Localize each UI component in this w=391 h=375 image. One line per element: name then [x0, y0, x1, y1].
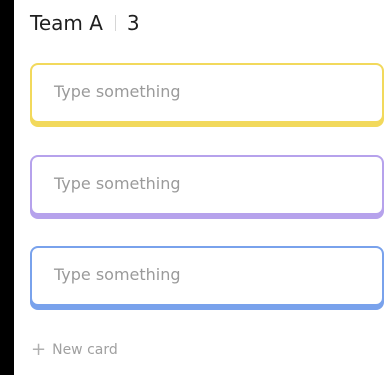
column-title: Team A — [30, 11, 103, 35]
kanban-column: Team A 3 Type something Type something T… — [14, 0, 391, 375]
card-placeholder: Type something — [54, 265, 181, 284]
new-card-button[interactable]: + New card — [31, 341, 118, 359]
card-placeholder: Type something — [54, 82, 181, 101]
card-count: 3 — [126, 11, 140, 35]
plus-icon: + — [31, 339, 47, 360]
new-card-label: New card — [52, 342, 118, 358]
header-separator — [114, 15, 116, 31]
card-input-1[interactable]: Type something — [30, 63, 384, 123]
card-input-3[interactable]: Type something — [30, 246, 384, 306]
column-header: Team A 3 — [30, 10, 140, 36]
card-placeholder: Type something — [54, 174, 181, 193]
card-input-2[interactable]: Type something — [30, 155, 384, 215]
